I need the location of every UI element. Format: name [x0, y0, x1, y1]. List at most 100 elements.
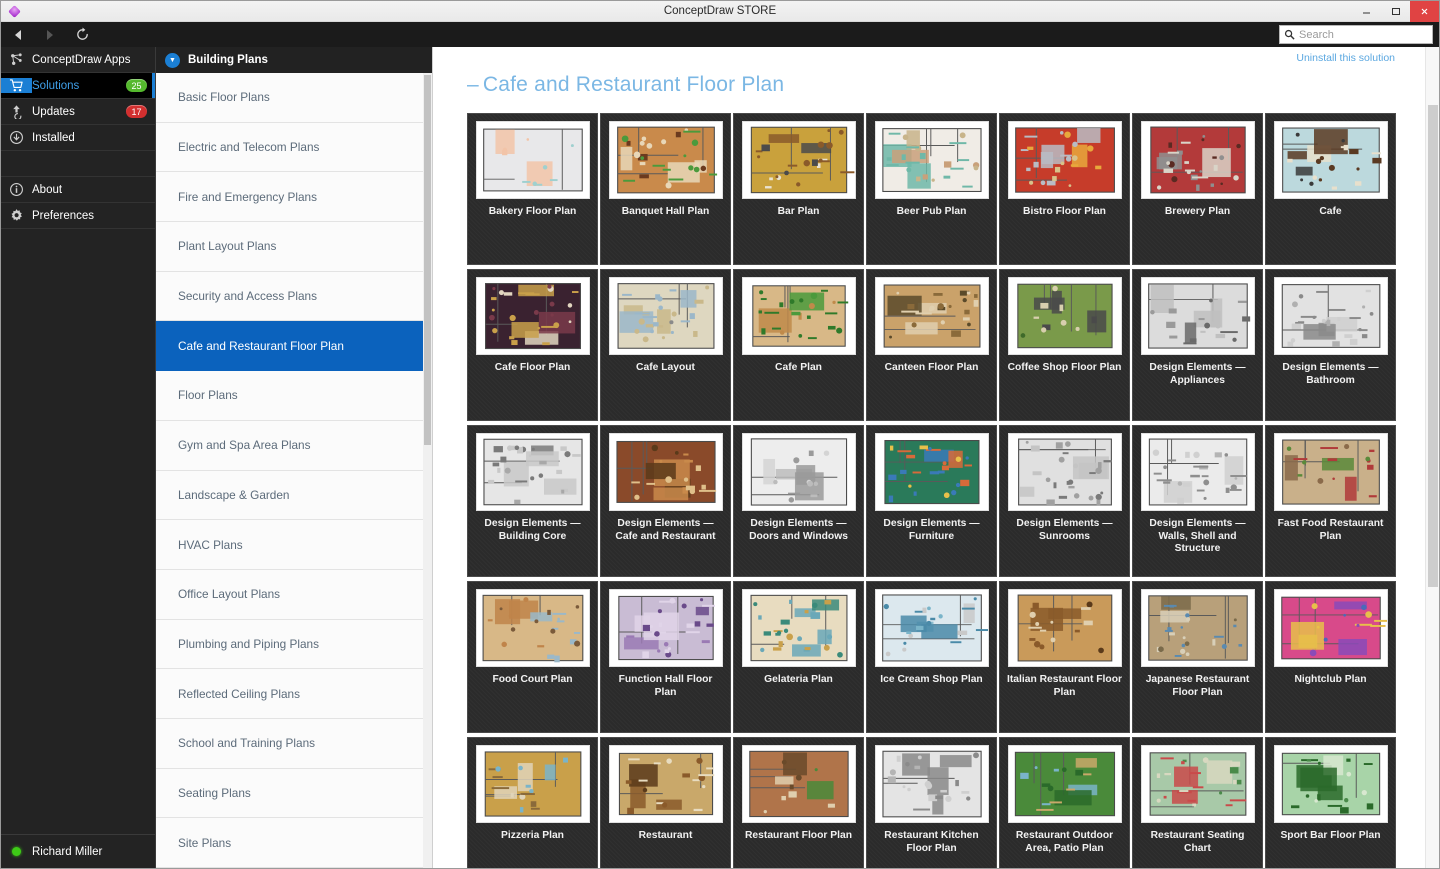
category-item[interactable]: Cafe and Restaurant Floor Plan — [156, 321, 432, 372]
solution-thumbnail[interactable] — [874, 433, 989, 511]
solution-card[interactable]: Design Elements — Sunrooms — [999, 425, 1130, 577]
solution-thumbnail[interactable] — [741, 433, 856, 511]
solution-thumbnail[interactable] — [475, 433, 590, 511]
solution-thumbnail[interactable] — [475, 589, 590, 667]
solution-thumbnail[interactable] — [874, 277, 989, 355]
solution-thumbnail[interactable] — [608, 121, 723, 199]
solution-thumbnail[interactable] — [741, 589, 856, 667]
solution-thumbnail[interactable] — [874, 745, 989, 823]
sidebar-item-solutions[interactable]: Solutions 25 — [1, 73, 155, 99]
search-input[interactable] — [1299, 28, 1428, 41]
category-item[interactable]: Office Layout Plans — [156, 569, 432, 620]
solution-card[interactable]: Banquet Hall Plan — [600, 113, 731, 265]
solution-thumbnail[interactable] — [1140, 745, 1255, 823]
solution-thumbnail[interactable] — [608, 745, 723, 823]
search-box[interactable] — [1279, 25, 1433, 44]
solution-thumbnail[interactable] — [1007, 589, 1122, 667]
solution-thumbnail[interactable] — [1273, 277, 1388, 355]
solution-card[interactable]: Cafe Layout — [600, 269, 731, 421]
solution-thumbnail[interactable] — [608, 589, 723, 667]
solution-thumbnail[interactable] — [1273, 121, 1388, 199]
solution-card[interactable]: Restaurant Kitchen Floor Plan — [866, 737, 997, 868]
category-item[interactable]: Plant Layout Plans — [156, 222, 432, 272]
solution-card[interactable]: Design Elements — Furniture — [866, 425, 997, 577]
category-item[interactable]: Reflected Ceiling Plans — [156, 669, 432, 719]
solution-card[interactable]: Cafe Floor Plan — [467, 269, 598, 421]
category-item[interactable]: Gym and Spa Area Plans — [156, 420, 432, 471]
solution-thumbnail[interactable] — [1140, 121, 1255, 199]
solution-thumbnail[interactable] — [608, 433, 723, 511]
solution-thumbnail[interactable] — [741, 745, 856, 823]
back-icon[interactable] — [9, 26, 27, 44]
category-item[interactable]: HVAC Plans — [156, 520, 432, 570]
sidebar-item-about[interactable]: About — [1, 177, 155, 203]
solution-card[interactable]: Design Elements — Bathroom — [1265, 269, 1396, 421]
solution-thumbnail[interactable] — [874, 121, 989, 199]
category-item[interactable]: School and Training Plans — [156, 718, 432, 769]
category-scrollbar-thumb[interactable] — [424, 75, 431, 445]
minimize-button[interactable] — [1352, 1, 1381, 22]
solution-card[interactable]: Sport Bar Floor Plan — [1265, 737, 1396, 868]
solution-card[interactable]: Canteen Floor Plan — [866, 269, 997, 421]
solution-card[interactable]: Restaurant — [600, 737, 731, 868]
solution-card[interactable]: Design Elements — Cafe and Restaurant — [600, 425, 731, 577]
solution-card[interactable]: Function Hall Floor Plan — [600, 581, 731, 733]
solution-card[interactable]: Japanese Restaurant Floor Plan — [1132, 581, 1263, 733]
solution-thumbnail[interactable] — [475, 745, 590, 823]
solution-thumbnail[interactable] — [741, 277, 856, 355]
uninstall-solution-link[interactable]: Uninstall this solution — [1296, 52, 1395, 64]
solution-thumbnail[interactable] — [1007, 277, 1122, 355]
solution-card[interactable]: Pizzeria Plan — [467, 737, 598, 868]
category-item[interactable]: Seating Plans — [156, 768, 432, 819]
solution-card[interactable]: Bar Plan — [733, 113, 864, 265]
maximize-button[interactable] — [1381, 1, 1410, 22]
solution-card[interactable]: Ice Cream Shop Plan — [866, 581, 997, 733]
solution-thumbnail[interactable] — [874, 589, 989, 667]
sidebar-item-preferences[interactable]: Preferences — [1, 203, 155, 229]
solution-card[interactable]: Restaurant Outdoor Area, Patio Plan — [999, 737, 1130, 868]
refresh-icon[interactable] — [73, 26, 91, 44]
chevron-down-icon[interactable]: ▼ — [165, 52, 180, 68]
sidebar-item-updates[interactable]: Updates 17 — [1, 99, 155, 125]
solution-thumbnail[interactable] — [1273, 589, 1388, 667]
solution-card[interactable]: Design Elements — Building Core — [467, 425, 598, 577]
solution-card[interactable]: Beer Pub Plan — [866, 113, 997, 265]
main-scrollbar-thumb[interactable] — [1428, 105, 1438, 587]
solution-card[interactable]: Cafe — [1265, 113, 1396, 265]
solution-thumbnail[interactable] — [1140, 277, 1255, 355]
solution-card[interactable]: Nightclub Plan — [1265, 581, 1396, 733]
solution-card[interactable]: Restaurant Floor Plan — [733, 737, 864, 868]
solution-card[interactable]: Coffee Shop Floor Plan — [999, 269, 1130, 421]
solution-thumbnail[interactable] — [1273, 745, 1388, 823]
solution-card[interactable]: Gelateria Plan — [733, 581, 864, 733]
solution-card[interactable]: Design Elements — Doors and Windows — [733, 425, 864, 577]
solution-thumbnail[interactable] — [475, 277, 590, 355]
solution-thumbnail[interactable] — [741, 121, 856, 199]
solution-card[interactable]: Bistro Floor Plan — [999, 113, 1130, 265]
solution-thumbnail[interactable] — [1007, 433, 1122, 511]
category-item[interactable]: Security and Access Plans — [156, 271, 432, 322]
solution-card[interactable]: Fast Food Restaurant Plan — [1265, 425, 1396, 577]
solution-card[interactable]: Italian Restaurant Floor Plan — [999, 581, 1130, 733]
solution-card[interactable]: Design Elements — Appliances — [1132, 269, 1263, 421]
sidebar-item-installed[interactable]: Installed — [1, 125, 155, 151]
category-item[interactable]: Electric and Telecom Plans — [156, 122, 432, 173]
solution-thumbnail[interactable] — [1007, 121, 1122, 199]
solution-thumbnail[interactable] — [608, 277, 723, 355]
collapse-toggle-icon[interactable]: – — [467, 73, 479, 97]
solution-card[interactable]: Cafe Plan — [733, 269, 864, 421]
solution-thumbnail[interactable] — [1007, 745, 1122, 823]
category-item[interactable]: Landscape & Garden — [156, 470, 432, 521]
solution-thumbnail[interactable] — [1140, 589, 1255, 667]
main-scrollbar[interactable] — [1425, 47, 1439, 868]
solution-thumbnail[interactable] — [1140, 433, 1255, 511]
solution-card[interactable]: Food Court Plan — [467, 581, 598, 733]
solution-card[interactable]: Brewery Plan — [1132, 113, 1263, 265]
close-button[interactable] — [1410, 1, 1439, 22]
category-scrollbar[interactable] — [423, 73, 432, 868]
category-item[interactable]: Fire and Emergency Plans — [156, 172, 432, 223]
category-item[interactable]: Site Plans — [156, 818, 432, 868]
user-status-bar[interactable]: Richard Miller — [1, 834, 155, 868]
forward-icon[interactable] — [41, 26, 59, 44]
category-list[interactable]: Basic Floor Plans Electric and Telecom Pl… — [156, 73, 432, 868]
